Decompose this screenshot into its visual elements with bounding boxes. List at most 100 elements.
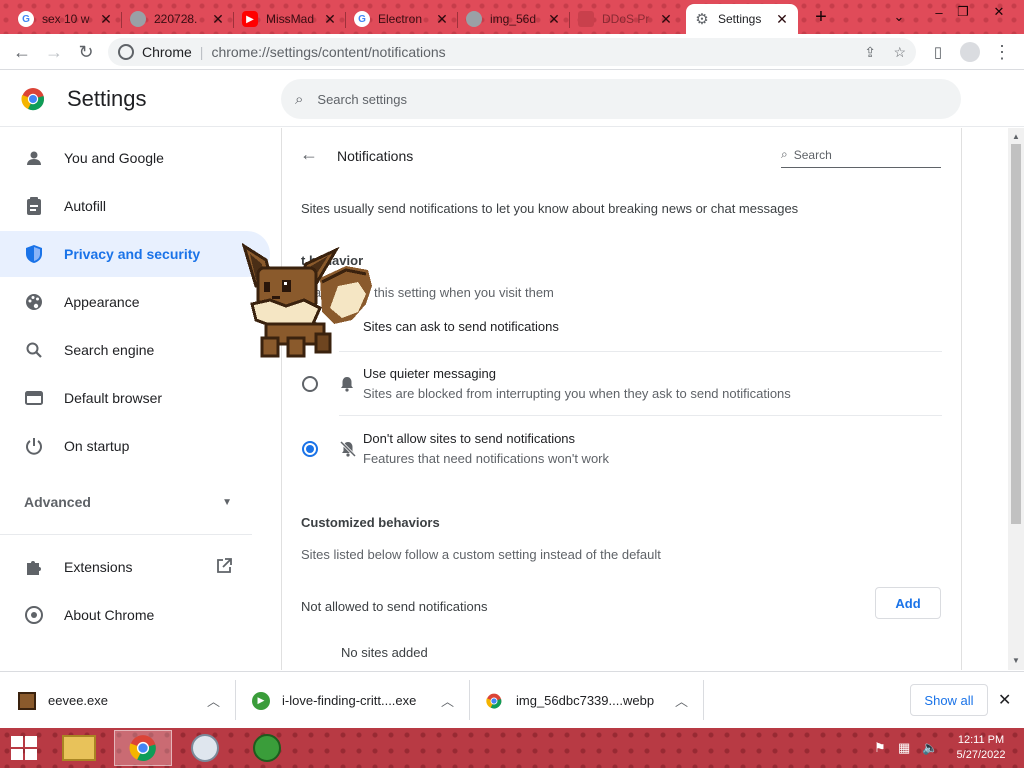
sidebar-item-label: Appearance [64,294,140,310]
share-icon[interactable]: ⇪ [864,44,876,61]
close-icon[interactable]: ✕ [546,11,562,28]
close-icon[interactable]: ✕ [658,11,674,28]
installer-icon [191,734,219,762]
sidebar-item-appearance[interactable]: Appearance [0,279,270,325]
scroll-up-arrow-icon[interactable]: ▲ [1012,132,1020,141]
chrome-icon [486,693,502,708]
folder-icon [62,735,96,761]
sidebar-item-search-engine[interactable]: Search engine [0,327,270,373]
google-icon: G [354,11,370,27]
chevron-up-icon[interactable]: ︿ [207,691,220,710]
download-item[interactable]: img_56dbc7339....webp ︿ [470,672,704,729]
eevee-sprite-image [242,242,372,358]
bell-icon [340,376,354,397]
tab-5[interactable]: img_56d ✕ [458,4,570,34]
tab-settings[interactable]: ⚙ Settings ✕ [686,4,798,34]
radio-quieter-messaging[interactable] [302,376,318,392]
add-button[interactable]: Add [875,587,941,619]
tab-title: Settings [718,12,762,26]
sidebar-item-autofill[interactable]: Autofill [0,183,270,229]
address-bar[interactable]: Chrome | chrome://settings/content/notif… [108,38,916,66]
person-icon [24,148,44,168]
notifications-search-input[interactable]: ⌕ Search [781,142,941,168]
browser-icon [24,388,44,408]
side-panel-icon[interactable]: ▯ [926,40,950,64]
page-scrollbar[interactable]: ▲ ▼ [1008,128,1024,670]
reload-button[interactable]: ↻ [74,40,98,64]
settings-sidebar: You and Google Autofill Privacy and secu… [0,128,280,670]
show-all-button[interactable]: Show all [910,684,988,716]
close-download-bar-icon[interactable]: ✕ [998,690,1011,710]
new-tab-button[interactable]: + [804,4,838,30]
bookmark-star-icon[interactable]: ☆ [893,44,906,61]
back-button[interactable]: ← [10,40,34,64]
bell-off-icon [339,440,357,462]
installer-taskbar-button[interactable] [176,730,234,766]
download-item[interactable]: ▶ i-love-finding-critt....exe ︿ [236,672,470,729]
tab-1[interactable]: G sex 10 w ✕ [10,4,122,34]
tab-title: 220728. [154,12,198,26]
network-icon[interactable]: ▦ [898,740,910,756]
close-icon[interactable]: ✕ [434,11,450,28]
green-play-icon: ▶ [252,691,270,710]
close-icon[interactable]: ✕ [774,11,790,28]
tab-title: sex 10 w [42,12,90,26]
power-icon [24,436,44,456]
tab-3[interactable]: ▶ MissMad ✕ [234,4,346,34]
tab-2[interactable]: 220728. ✕ [122,4,234,34]
sidebar-advanced-toggle[interactable]: Advanced ▼ [0,479,270,525]
settings-header: Settings ⌕ Search settings [0,71,1024,127]
profile-avatar[interactable] [958,40,982,64]
action-center-flag-icon[interactable]: ⚑ [874,740,886,756]
scroll-down-arrow-icon[interactable]: ▼ [1012,656,1020,665]
tab-title: img_56d [490,12,537,26]
sidebar-item-you-and-google[interactable]: You and Google [0,135,270,181]
app-taskbar-button[interactable] [238,730,296,766]
sidebar-item-on-startup[interactable]: On startup [0,423,270,469]
sidebar-item-extensions[interactable]: Extensions [0,544,270,590]
caret-down-icon: ▼ [222,496,232,508]
scrollbar-thumb[interactable] [1011,144,1021,524]
chrome-outline-icon [24,605,44,625]
tab-title: MissMad [266,12,315,26]
browser-toolbar: ← → ↻ Chrome | chrome://settings/content… [0,34,1024,70]
sidebar-item-about-chrome[interactable]: About Chrome [0,592,270,638]
tab-search-chevron-icon[interactable]: ⌄ [882,4,916,30]
radio-dont-allow[interactable] [302,441,318,457]
system-clock[interactable]: 12:11 PM 5/27/2022 [950,733,1012,763]
tab-6[interactable]: DDoS Pr ✕ [570,4,682,34]
puzzle-icon [24,557,44,577]
sidebar-item-privacy-and-security[interactable]: Privacy and security [0,231,270,277]
close-icon[interactable]: ✕ [98,11,114,28]
sidebar-item-default-browser[interactable]: Default browser [0,375,270,421]
page-subtitle: Notifications [337,148,414,164]
tab-title: Electron [378,12,423,26]
notifications-page: ← Notifications ⌕ Search Sites usually s… [281,128,962,670]
restore-button[interactable]: ❐ [946,0,980,24]
search-icon: ⌕ [781,147,788,161]
external-link-icon[interactable] [216,557,232,577]
forward-button[interactable]: → [42,40,66,64]
file-explorer-taskbar-button[interactable] [50,730,108,766]
volume-muted-icon[interactable]: 🔈 [922,740,938,756]
close-icon[interactable]: ✕ [322,11,338,28]
option-description: Sites are blocked from interrupting you … [363,386,791,401]
chrome-taskbar-button[interactable] [114,730,172,766]
clock-time: 12:11 PM [957,734,1005,746]
globe-icon [466,11,482,27]
settings-search-input[interactable]: ⌕ Search settings [281,79,961,119]
option-label: Use quieter messaging [363,366,496,381]
sidebar-divider [0,534,252,535]
menu-kebab-icon[interactable]: ⋮ [990,40,1014,64]
start-button[interactable] [0,730,48,766]
download-filename: img_56dbc7339....webp [516,693,655,708]
page-description: Sites usually send notifications to let … [301,201,799,216]
globe-icon [130,11,146,27]
close-icon[interactable]: ✕ [210,11,226,28]
download-item[interactable]: eevee.exe ︿ [0,672,236,729]
chevron-up-icon[interactable]: ︿ [441,691,454,710]
back-arrow-icon[interactable]: ← [300,144,318,165]
chevron-up-icon[interactable]: ︿ [675,691,688,710]
window-close-button[interactable]: ✕ [982,0,1016,24]
tab-4[interactable]: G Electron ✕ [346,4,458,34]
